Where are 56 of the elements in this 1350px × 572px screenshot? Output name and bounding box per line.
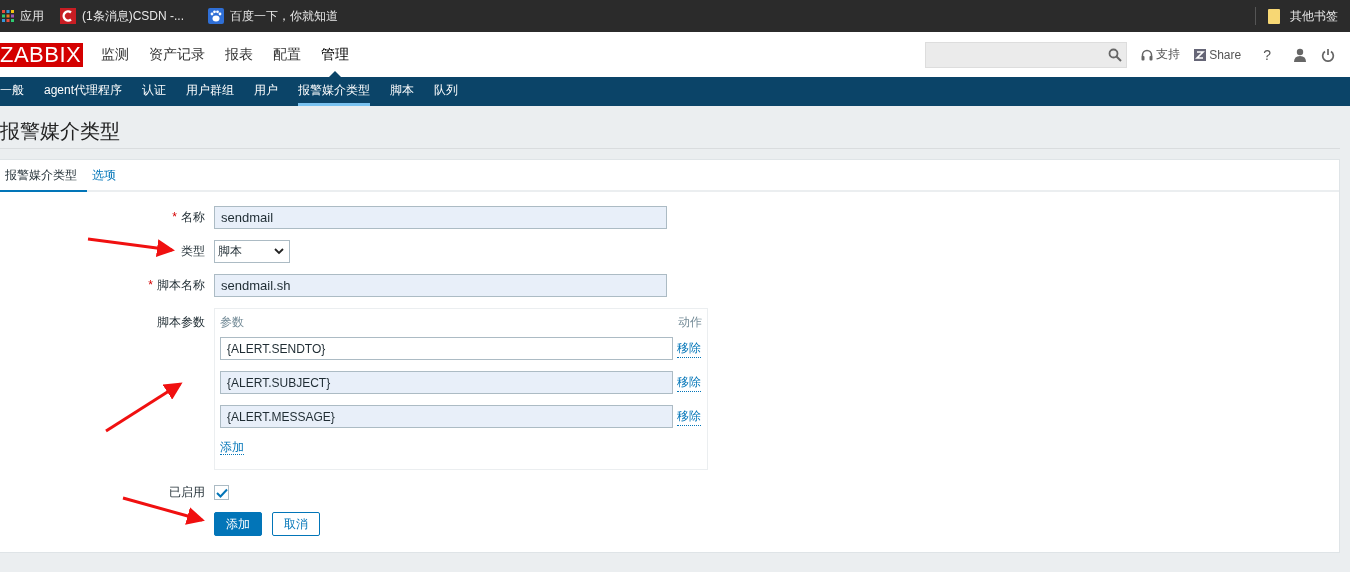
field-label: 已启用: [169, 485, 205, 499]
subnav-item[interactable]: 认证: [142, 77, 167, 106]
zabbix-logo[interactable]: ZABBIX: [0, 42, 84, 67]
share-link[interactable]: Share: [1209, 47, 1242, 62]
required-marker: *: [172, 210, 177, 224]
add-link[interactable]: 添加: [220, 440, 244, 455]
menu-item[interactable]: 资产记录: [149, 32, 206, 77]
bookmark-link[interactable]: 应用: [20, 7, 44, 25]
search-icon[interactable]: [1108, 47, 1123, 62]
remove-link[interactable]: 移除: [677, 373, 701, 392]
user-icon[interactable]: [1293, 47, 1307, 62]
field-label: 名称: [181, 210, 205, 224]
field-label: 脚本参数: [157, 315, 205, 329]
menu-item[interactable]: 监测: [101, 32, 130, 77]
subnav-item[interactable]: 脚本: [390, 77, 415, 106]
field-label: 类型: [181, 244, 205, 258]
required-marker: *: [148, 278, 153, 292]
column-header: 动作: [678, 314, 702, 331]
add-button[interactable]: 添加: [214, 512, 262, 536]
menu-item[interactable]: 配置: [273, 32, 302, 77]
name-field[interactable]: sendmail: [214, 206, 667, 229]
parameter-field[interactable]: {ALERT.SENDTO}: [220, 337, 673, 360]
remove-link[interactable]: 移除: [677, 339, 701, 358]
parameter-field[interactable]: {ALERT.MESSAGE}: [220, 405, 673, 428]
help-link[interactable]: ?: [1263, 46, 1271, 63]
apps-grid-icon[interactable]: [2, 10, 14, 22]
bookmark-link[interactable]: (1条消息)CSDN -...: [82, 7, 184, 25]
subnav-item[interactable]: 用户群组: [186, 77, 235, 106]
menu-item[interactable]: 报表: [225, 32, 254, 77]
field-label: 脚本名称: [157, 278, 205, 292]
folder-icon[interactable]: [1268, 8, 1280, 24]
subnav-item[interactable]: 队列: [434, 77, 459, 106]
bookmark-link[interactable]: 百度一下，你就知道: [230, 7, 338, 25]
page-title: 报警媒介类型: [0, 106, 1340, 149]
support-link[interactable]: 支持: [1156, 46, 1181, 63]
type-dropdown[interactable]: 脚本: [214, 240, 290, 263]
tab[interactable]: 选项: [87, 160, 126, 192]
cancel-button[interactable]: 取消: [272, 512, 320, 536]
z-square-icon[interactable]: [1194, 48, 1207, 61]
c-logo-icon[interactable]: [60, 8, 76, 24]
subnav-item[interactable]: agent代理程序: [44, 77, 123, 106]
search-field[interactable]: [925, 41, 1128, 68]
chevron-icon: [274, 248, 284, 255]
tab[interactable]: 报警媒介类型: [0, 160, 87, 192]
script-name-field[interactable]: sendmail.sh: [214, 274, 667, 297]
bookmark-folder[interactable]: 其他书签: [1290, 7, 1338, 25]
remove-link[interactable]: 移除: [677, 407, 701, 426]
column-header: 参数: [220, 314, 244, 331]
subnav-item[interactable]: 报警媒介类型: [298, 77, 371, 106]
subnav-item[interactable]: 用户: [254, 77, 279, 106]
headset-icon[interactable]: [1141, 48, 1154, 61]
parameter-field[interactable]: {ALERT.SUBJECT}: [220, 371, 673, 394]
paw-icon[interactable]: [208, 8, 224, 24]
power-icon[interactable]: [1321, 47, 1335, 62]
subnav-item[interactable]: 一般: [0, 77, 24, 106]
enabled-checkbox[interactable]: [214, 485, 229, 500]
